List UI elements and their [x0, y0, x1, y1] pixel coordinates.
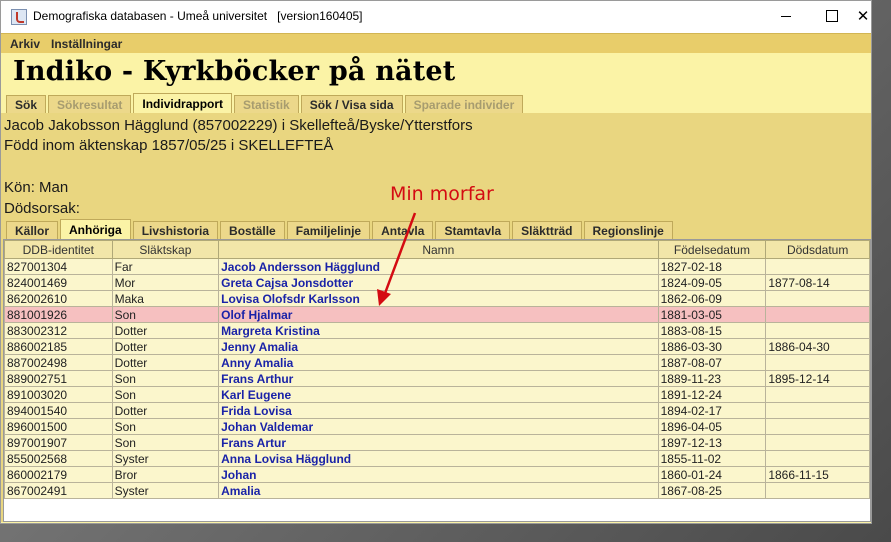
annotation-arrow — [377, 212, 417, 306]
arrow-shaft — [382, 212, 417, 297]
arrow-head — [377, 289, 391, 306]
app-window: Demografiska databasen - Umeå universite… — [0, 0, 872, 524]
